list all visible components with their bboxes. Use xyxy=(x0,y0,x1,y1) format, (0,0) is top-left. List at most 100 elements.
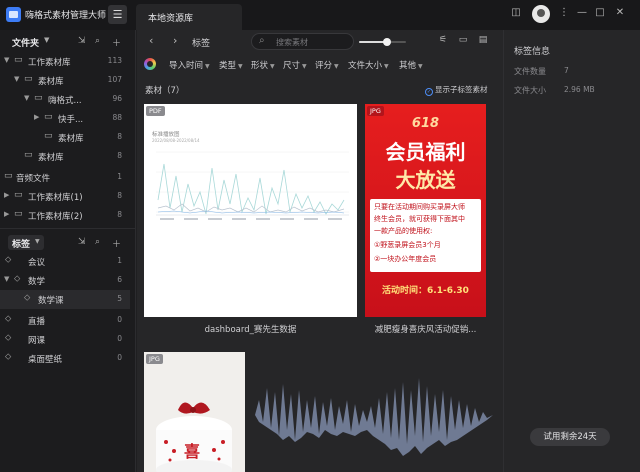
folder-icon: ▭ xyxy=(14,190,23,200)
left-sidebar: 文件夹 ▼ ⇲ ⌕ ＋ ▼ ▭ 工作素材库 113 ▼ ▭ 素材库 107 ▼ … xyxy=(0,30,136,472)
folders-collapse-icon[interactable]: ▼ xyxy=(44,36,49,44)
sidebar-item-folder[interactable]: ▭ 素材库 8 xyxy=(0,147,130,166)
chevron-right-icon[interactable]: ▶ xyxy=(4,191,9,199)
sidebar-item-tag[interactable]: ⬦ 桌面壁纸 0 xyxy=(0,349,130,368)
add-icon[interactable]: ＋ xyxy=(112,237,121,250)
tags-collapse-icon: ▼ xyxy=(35,238,40,245)
sidebar-item-tag[interactable]: ⬦ 会议 1 xyxy=(0,252,130,271)
tag-label: 网课 xyxy=(28,336,46,346)
filter-import-time[interactable]: 导入时间 ▼ xyxy=(169,59,210,71)
asset-thumbnail[interactable]: PDF 标准播放图 2022/08/08-2022/08/14 xyxy=(144,104,357,317)
more-menu-icon[interactable]: ⋮ xyxy=(556,6,572,20)
filter-rating[interactable]: 评分 ▼ xyxy=(315,59,339,71)
folder-count: 1 xyxy=(117,172,122,181)
add-icon[interactable]: ＋ xyxy=(112,36,121,49)
search-icon[interactable]: ⌕ xyxy=(95,237,100,247)
minimize-icon[interactable]: — xyxy=(574,6,590,20)
filter-label: 文件大小 xyxy=(348,61,383,71)
search-input[interactable] xyxy=(276,36,350,48)
sidebar-item-folder[interactable]: ▼ ▭ 工作素材库 113 xyxy=(0,52,130,71)
chevron-right-icon[interactable]: ▶ xyxy=(34,113,39,121)
sidebar-item-folder[interactable]: ▶ ▭ 工作素材库(2) 8 xyxy=(0,206,130,225)
folder-count: 8 xyxy=(117,210,122,219)
chevron-down-icon[interactable]: ▼ xyxy=(4,275,9,283)
tags-section-pill[interactable]: 标签 ▼ xyxy=(8,235,44,250)
chevron-down-icon[interactable]: ▼ xyxy=(4,56,9,64)
trial-remaining-button[interactable]: 试用剩余24天 xyxy=(530,428,610,446)
asset-thumbnail[interactable]: JPG 618 会员福利 大放送 只要在活动期间购买录屏大师 终生会员，就可获得… xyxy=(365,104,486,317)
maximize-icon[interactable]: □ xyxy=(592,6,608,20)
search-box[interactable]: ⌕ xyxy=(251,33,354,50)
display-icon[interactable]: ▭ xyxy=(457,35,469,45)
sidebar-item-tag[interactable]: ⬦ 直播 0 xyxy=(0,311,130,330)
tag-info-panel: 标签信息 文件数量 7 文件大小 2.96 MB 试用剩余24天 xyxy=(503,30,640,472)
folder-count: 107 xyxy=(107,75,122,84)
panel-title: 标签信息 xyxy=(514,47,551,57)
poster-info-box: 只要在活动期间购买录屏大师 终生会员，就可获得下面其中 一款产品的使用权: ①野… xyxy=(370,199,481,272)
check-icon: ✓ xyxy=(425,88,433,96)
filter-shape[interactable]: 形状 ▼ xyxy=(251,59,275,71)
sidebar-item-tag[interactable]: ▼ ⬦ 数学 6 xyxy=(0,271,130,290)
asset-thumbnail[interactable]: JPG 喜 xyxy=(144,352,245,472)
caret-down-icon: ▼ xyxy=(238,63,243,70)
asset-name: 减肥瘦身喜庆风活动促销... xyxy=(374,325,477,335)
folder-icon: ▭ xyxy=(24,150,33,160)
sidebar-item-folder[interactable]: ▭ 音频文件 1 xyxy=(0,168,130,187)
chevron-right-icon[interactable]: ▶ xyxy=(4,210,9,218)
asset-card-audio[interactable] xyxy=(255,370,493,460)
chevron-down-icon[interactable]: ▼ xyxy=(24,94,29,102)
sidebar-item-folder[interactable]: ▼ ▭ 嗨格式... 96 xyxy=(0,90,130,109)
filter-other[interactable]: 其他 ▼ xyxy=(399,59,423,71)
import-icon[interactable]: ⇲ xyxy=(78,36,86,46)
caret-down-icon: ▼ xyxy=(205,63,210,70)
sidebar-item-folder[interactable]: ▭ 素材库 8 xyxy=(0,128,130,147)
folder-count: 113 xyxy=(107,56,122,65)
folder-icon: ▭ xyxy=(24,74,33,84)
asset-card[interactable]: JPG 618 会员福利 大放送 只要在活动期间购买录屏大师 终生会员，就可获得… xyxy=(365,104,486,336)
breadcrumb: 标签 xyxy=(192,39,211,49)
hamburger-menu-icon[interactable]: ☰ xyxy=(108,5,127,24)
caret-down-icon: ▼ xyxy=(418,63,423,70)
tag-count: 5 xyxy=(117,294,122,303)
sidebar-item-folder[interactable]: ▶ ▭ 工作素材库(1) 8 xyxy=(0,187,130,206)
forward-arrow-icon[interactable]: › xyxy=(173,34,177,47)
show-sub-tags-toggle[interactable]: ✓ 显示子标签素材 xyxy=(425,84,488,96)
sidebar-item-tag[interactable]: ⬦ 数学课 5 xyxy=(0,290,130,309)
sidebar-item-folder[interactable]: ▶ ▭ 快手... 88 xyxy=(0,109,130,128)
filter-type[interactable]: 类型 ▼ xyxy=(219,59,243,71)
tag-label: 桌面壁纸 xyxy=(28,355,63,365)
back-arrow-icon[interactable]: ‹ xyxy=(149,34,153,47)
filter-file-size[interactable]: 文件大小 ▼ xyxy=(348,59,389,71)
poster-subheadline: 大放送 xyxy=(395,168,456,192)
folder-icon: ▭ xyxy=(14,55,23,65)
avatar[interactable] xyxy=(532,5,550,23)
poster-headline: 会员福利 xyxy=(385,140,466,164)
folder-label: 工作素材库(2) xyxy=(28,212,83,222)
info-value-file-count: 7 xyxy=(564,66,569,75)
folder-icon: ▭ xyxy=(14,209,23,219)
layout-settings-icon[interactable]: ⚟ xyxy=(437,35,449,45)
chevron-down-icon[interactable]: ▼ xyxy=(14,75,19,83)
search-icon: ⌕ xyxy=(259,35,265,46)
color-filter-icon[interactable] xyxy=(144,58,156,70)
info-panel-icon[interactable]: ▤ xyxy=(477,35,489,45)
audio-waveform[interactable] xyxy=(255,370,493,460)
close-icon[interactable]: ✕ xyxy=(612,6,628,20)
tab-local-library[interactable]: 本地资源库 xyxy=(136,4,242,30)
caret-down-icon: ▼ xyxy=(302,63,307,70)
sidebar-item-folder[interactable]: ▼ ▭ 素材库 107 xyxy=(0,71,130,90)
dashboard-chart-preview xyxy=(156,151,349,220)
folder-count: 8 xyxy=(117,191,122,200)
filter-size[interactable]: 尺寸 ▼ xyxy=(283,59,307,71)
search-icon[interactable]: ⌕ xyxy=(95,36,100,46)
zoom-slider-handle[interactable] xyxy=(383,38,392,46)
asset-card[interactable]: PDF 标准播放图 2022/08/08-2022/08/14 dashboar… xyxy=(144,104,357,336)
folders-header: 文件夹 ▼ ⇲ ⌕ ＋ xyxy=(0,32,136,52)
zoom-slider[interactable] xyxy=(359,38,406,46)
asset-card[interactable]: JPG 喜 xyxy=(144,352,245,472)
info-key-file-size: 文件大小 xyxy=(514,86,546,95)
folder-count: 88 xyxy=(112,113,122,122)
sidebar-item-tag[interactable]: ⬦ 网课 0 xyxy=(0,330,130,349)
sidebar-toggle-icon[interactable]: ◫ xyxy=(508,6,524,20)
tag-import-icon[interactable]: ⇲ xyxy=(78,237,86,247)
